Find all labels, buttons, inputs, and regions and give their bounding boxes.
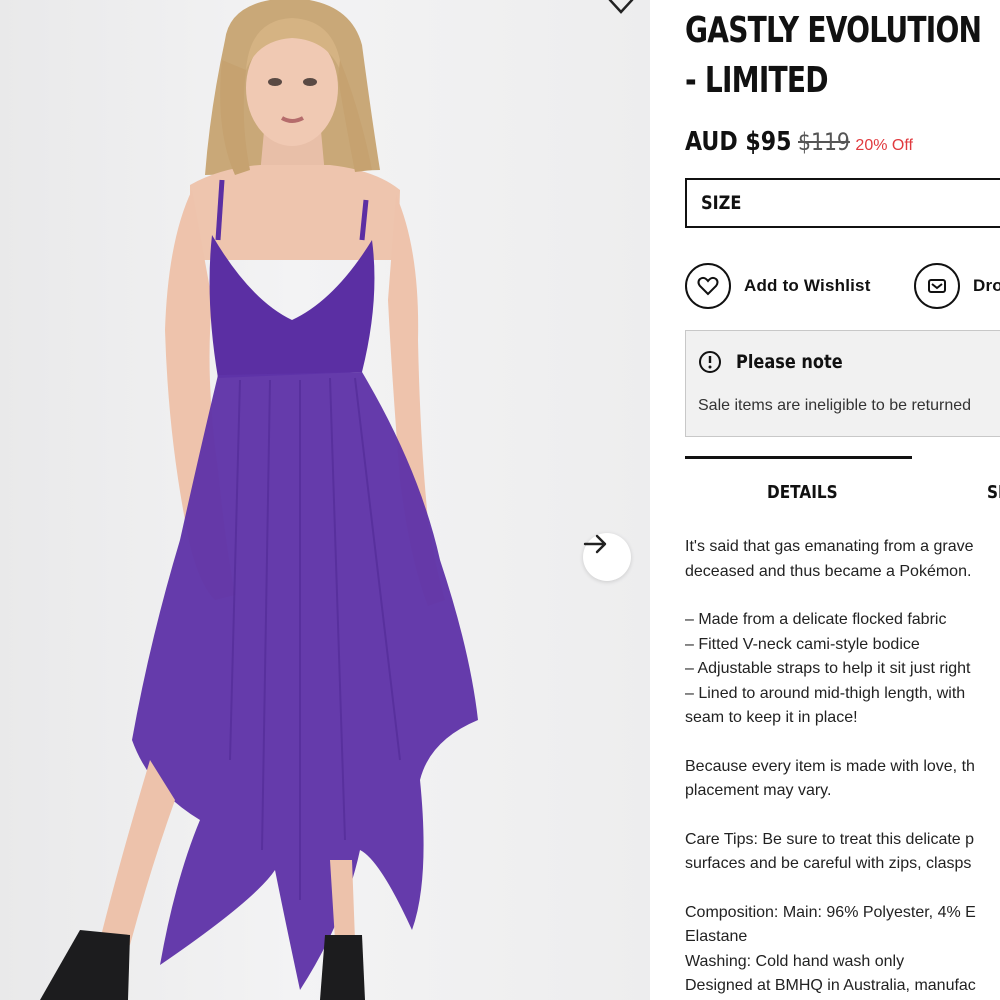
active-tab-indicator (685, 456, 912, 459)
note-header: Please note (698, 350, 862, 374)
add-to-wishlist-button[interactable]: Add to Wishlist (685, 263, 871, 309)
tab-details[interactable]: DETAILS (767, 482, 838, 503)
care-tips: Care Tips: Be sure to treat this delicat… (685, 830, 975, 873)
size-label: SIZE (701, 192, 742, 214)
list-item: – Made from a delicate flocked fabric (685, 611, 947, 628)
title-line-2: - LIMITED (685, 60, 829, 101)
arrow-right-icon (583, 534, 607, 554)
product-info: GASTLY EVOLUTION - LIMITED AUD $95 $119 … (685, 0, 1000, 1000)
list-item: – Adjustable straps to help it sit just … (685, 660, 971, 677)
drop-label: Dro (973, 276, 1000, 295)
list-item: – Lined to around mid-thigh length, with (685, 684, 966, 702)
product-title: GASTLY EVOLUTION - LIMITED (685, 6, 997, 106)
please-note-box: Please note Sale items are ineligible to… (685, 330, 1000, 437)
model-photo (40, 0, 478, 1000)
original-price: $119 (798, 128, 851, 156)
next-image-button[interactable] (583, 533, 631, 581)
description-love: Because every item is made with love, th… (685, 757, 975, 800)
heart-outline-icon[interactable] (606, 0, 636, 16)
composition: Composition: Main: 96% Polyester, 4% E E… (685, 901, 1000, 999)
designed-info: Designed at BMHQ in Australia, manufac (685, 977, 976, 994)
price-row: AUD $95 $119 20% Off (685, 127, 913, 157)
washing-info: Washing: Cold hand wash only (685, 952, 905, 970)
product-image[interactable] (0, 0, 650, 1000)
description-intro: It's said that gas emanating from a grav… (685, 538, 974, 580)
drop-alert-button[interactable]: Dro (914, 263, 1000, 309)
tab-size[interactable]: SI (987, 482, 1000, 503)
size-selector[interactable]: SIZE (685, 178, 1000, 228)
discount-badge: 20% Off (855, 137, 913, 154)
current-price: AUD $95 (685, 127, 792, 157)
note-title: Please note (736, 351, 843, 373)
mail-icon (914, 263, 960, 309)
wishlist-label: Add to Wishlist (744, 276, 871, 295)
heart-icon (685, 263, 731, 309)
feature-list: – Made from a delicate flocked fabric – … (685, 608, 1000, 731)
exclamation-icon (699, 351, 721, 373)
title-line-1: GASTLY EVOLUTION (685, 10, 982, 51)
product-description: It's said that gas emanating from a grav… (685, 535, 1000, 1000)
list-item: seam to keep it in place! (685, 709, 858, 726)
list-item: – Fitted V-neck cami-style bodice (685, 635, 920, 653)
note-body: Sale items are ineligible to be returned (698, 397, 972, 414)
